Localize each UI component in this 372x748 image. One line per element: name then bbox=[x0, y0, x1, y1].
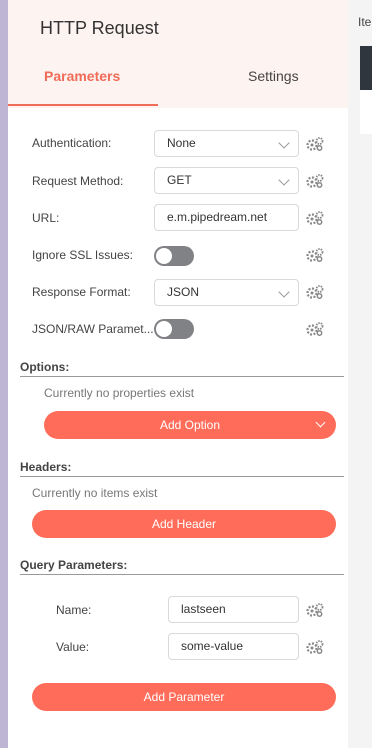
node-parameters-panel: HTTP Request Parameters Settings Authent… bbox=[8, 0, 348, 748]
left-edge-strip bbox=[0, 0, 8, 748]
headers-title: Headers: bbox=[20, 460, 72, 474]
headers-empty-text: Currently no items exist bbox=[32, 486, 158, 500]
right-pane-content bbox=[360, 90, 372, 134]
add-parameter-label: Add Parameter bbox=[143, 690, 225, 704]
right-pane-header bbox=[360, 46, 372, 90]
options-title: Options: bbox=[20, 360, 70, 374]
gears-icon[interactable] bbox=[306, 174, 324, 188]
panel-header: HTTP Request Parameters Settings bbox=[8, 0, 348, 108]
query-value-label: Value: bbox=[56, 640, 90, 654]
toggle-knob bbox=[156, 248, 172, 264]
chevron-down-icon bbox=[278, 286, 290, 298]
add-header-button[interactable]: Add Header bbox=[32, 510, 336, 538]
response-format-select[interactable]: JSON bbox=[154, 279, 299, 306]
gears-icon[interactable] bbox=[306, 603, 324, 617]
authentication-value: None bbox=[167, 136, 196, 150]
panel-title: HTTP Request bbox=[40, 18, 159, 38]
json-raw-label: JSON/RAW Paramet... bbox=[32, 322, 154, 336]
query-name-value: lastseen bbox=[181, 602, 226, 616]
gears-icon[interactable] bbox=[306, 285, 324, 299]
add-header-label: Add Header bbox=[151, 517, 217, 531]
gears-icon[interactable] bbox=[306, 211, 324, 225]
query-value-value: some-value bbox=[181, 639, 244, 653]
add-option-button[interactable]: Add Option bbox=[44, 411, 336, 439]
request-method-label: Request Method: bbox=[32, 174, 124, 188]
right-output-pane: Ite bbox=[348, 0, 372, 748]
authentication-label: Authentication: bbox=[32, 136, 112, 150]
url-value: e.m.pipedream.net bbox=[167, 210, 268, 224]
query-parameters-title: Query Parameters: bbox=[20, 558, 128, 572]
request-method-select[interactable]: GET bbox=[154, 167, 299, 194]
right-pane-label: Ite bbox=[358, 15, 372, 29]
tab-settings[interactable]: Settings bbox=[248, 68, 299, 84]
url-input[interactable]: e.m.pipedream.net bbox=[154, 204, 299, 231]
query-name-label: Name: bbox=[56, 603, 92, 617]
options-divider bbox=[20, 376, 344, 377]
add-option-label: Add Option bbox=[159, 418, 221, 432]
chevron-down-icon bbox=[278, 137, 290, 149]
query-name-input[interactable]: lastseen bbox=[168, 596, 299, 623]
active-tab-indicator bbox=[8, 104, 158, 106]
query-parameters-divider bbox=[20, 574, 344, 575]
headers-divider bbox=[20, 476, 344, 477]
chevron-down-icon bbox=[315, 417, 326, 428]
ignore-ssl-toggle[interactable] bbox=[154, 246, 194, 266]
toggle-knob bbox=[156, 321, 172, 337]
tab-parameters[interactable]: Parameters bbox=[44, 68, 120, 84]
url-label: URL: bbox=[32, 211, 60, 225]
request-method-value: GET bbox=[167, 173, 192, 187]
json-raw-toggle[interactable] bbox=[154, 319, 194, 339]
gears-icon[interactable] bbox=[306, 137, 324, 151]
add-parameter-button[interactable]: Add Parameter bbox=[32, 683, 336, 711]
gears-icon[interactable] bbox=[306, 640, 324, 654]
chevron-down-icon bbox=[278, 174, 290, 186]
authentication-select[interactable]: None bbox=[154, 130, 299, 157]
options-empty-text: Currently no properties exist bbox=[44, 386, 195, 400]
response-format-label: Response Format: bbox=[32, 285, 131, 299]
gears-icon[interactable] bbox=[306, 322, 324, 336]
query-value-input[interactable]: some-value bbox=[168, 633, 299, 660]
ignore-ssl-label: Ignore SSL Issues: bbox=[32, 248, 133, 262]
gears-icon[interactable] bbox=[306, 248, 324, 262]
response-format-value: JSON bbox=[167, 285, 200, 299]
